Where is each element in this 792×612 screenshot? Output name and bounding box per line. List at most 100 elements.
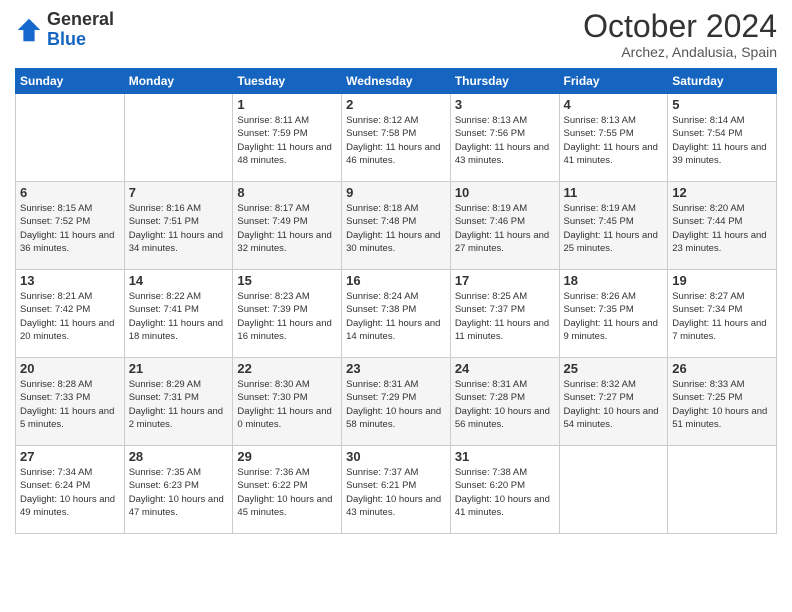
calendar-cell: 31 Sunrise: 7:38 AM Sunset: 6:20 PM Dayli…: [450, 446, 559, 534]
day-info: Sunrise: 8:24 AM Sunset: 7:38 PM Dayligh…: [346, 290, 446, 343]
day-info: Sunrise: 8:31 AM Sunset: 7:28 PM Dayligh…: [455, 378, 555, 431]
calendar-cell: 18 Sunrise: 8:26 AM Sunset: 7:35 PM Dayli…: [559, 270, 668, 358]
day-header-thursday: Thursday: [450, 69, 559, 94]
day-number: 1: [237, 97, 337, 112]
calendar-cell: 27 Sunrise: 7:34 AM Sunset: 6:24 PM Dayli…: [16, 446, 125, 534]
day-number: 5: [672, 97, 772, 112]
day-header-monday: Monday: [124, 69, 233, 94]
calendar-cell: 26 Sunrise: 8:33 AM Sunset: 7:25 PM Dayli…: [668, 358, 777, 446]
day-number: 20: [20, 361, 120, 376]
day-number: 24: [455, 361, 555, 376]
day-number: 12: [672, 185, 772, 200]
calendar-cell: 23 Sunrise: 8:31 AM Sunset: 7:29 PM Dayli…: [342, 358, 451, 446]
calendar-body: 1 Sunrise: 8:11 AM Sunset: 7:59 PM Daylig…: [16, 94, 777, 534]
day-info: Sunrise: 8:20 AM Sunset: 7:44 PM Dayligh…: [672, 202, 772, 255]
day-number: 18: [564, 273, 664, 288]
calendar-cell: 9 Sunrise: 8:18 AM Sunset: 7:48 PM Daylig…: [342, 182, 451, 270]
day-info: Sunrise: 8:23 AM Sunset: 7:39 PM Dayligh…: [237, 290, 337, 343]
day-number: 31: [455, 449, 555, 464]
calendar-cell: [668, 446, 777, 534]
day-number: 8: [237, 185, 337, 200]
day-info: Sunrise: 8:31 AM Sunset: 7:29 PM Dayligh…: [346, 378, 446, 431]
day-info: Sunrise: 8:25 AM Sunset: 7:37 PM Dayligh…: [455, 290, 555, 343]
day-number: 29: [237, 449, 337, 464]
day-number: 6: [20, 185, 120, 200]
week-row-5: 27 Sunrise: 7:34 AM Sunset: 6:24 PM Dayli…: [16, 446, 777, 534]
day-info: Sunrise: 8:16 AM Sunset: 7:51 PM Dayligh…: [129, 202, 229, 255]
calendar-cell: 16Sunrise: 8:24 AM Sunset: 7:38 PM Dayli…: [342, 270, 451, 358]
day-info: Sunrise: 7:37 AM Sunset: 6:21 PM Dayligh…: [346, 466, 446, 519]
day-info: Sunrise: 8:15 AM Sunset: 7:52 PM Dayligh…: [20, 202, 120, 255]
day-number: 13: [20, 273, 120, 288]
day-info: Sunrise: 8:17 AM Sunset: 7:49 PM Dayligh…: [237, 202, 337, 255]
day-info: Sunrise: 8:28 AM Sunset: 7:33 PM Dayligh…: [20, 378, 120, 431]
calendar-cell: 24 Sunrise: 8:31 AM Sunset: 7:28 PM Dayli…: [450, 358, 559, 446]
day-number: 23: [346, 361, 446, 376]
day-number: 21: [129, 361, 229, 376]
day-number: 4: [564, 97, 664, 112]
day-info: Sunrise: 8:33 AM Sunset: 7:25 PM Dayligh…: [672, 378, 772, 431]
logo-icon: [15, 16, 43, 44]
location: Archez, Andalusia, Spain: [583, 44, 777, 60]
month-title: October 2024: [583, 10, 777, 42]
week-row-1: 1 Sunrise: 8:11 AM Sunset: 7:59 PM Daylig…: [16, 94, 777, 182]
day-info: Sunrise: 7:34 AM Sunset: 6:24 PM Dayligh…: [20, 466, 120, 519]
day-info: Sunrise: 8:19 AM Sunset: 7:45 PM Dayligh…: [564, 202, 664, 255]
day-number: 10: [455, 185, 555, 200]
day-number: 2: [346, 97, 446, 112]
week-row-2: 6 Sunrise: 8:15 AM Sunset: 7:52 PM Daylig…: [16, 182, 777, 270]
calendar-header: SundayMondayTuesdayWednesdayThursdayFrid…: [16, 69, 777, 94]
logo: General Blue: [15, 10, 114, 50]
day-number: 19: [672, 273, 772, 288]
calendar-cell: 3 Sunrise: 8:13 AM Sunset: 7:56 PM Daylig…: [450, 94, 559, 182]
calendar-cell: [124, 94, 233, 182]
day-info: Sunrise: 7:38 AM Sunset: 6:20 PM Dayligh…: [455, 466, 555, 519]
day-info: Sunrise: 8:27 AM Sunset: 7:34 PM Dayligh…: [672, 290, 772, 343]
day-info: Sunrise: 8:11 AM Sunset: 7:59 PM Dayligh…: [237, 114, 337, 167]
day-number: 9: [346, 185, 446, 200]
day-number: 26: [672, 361, 772, 376]
day-info: Sunrise: 8:29 AM Sunset: 7:31 PM Dayligh…: [129, 378, 229, 431]
day-info: Sunrise: 8:32 AM Sunset: 7:27 PM Dayligh…: [564, 378, 664, 431]
calendar-cell: 30 Sunrise: 7:37 AM Sunset: 6:21 PM Dayli…: [342, 446, 451, 534]
day-info: Sunrise: 8:26 AM Sunset: 7:35 PM Dayligh…: [564, 290, 664, 343]
header-row: SundayMondayTuesdayWednesdayThursdayFrid…: [16, 69, 777, 94]
calendar-table: SundayMondayTuesdayWednesdayThursdayFrid…: [15, 68, 777, 534]
calendar-cell: 7 Sunrise: 8:16 AM Sunset: 7:51 PM Daylig…: [124, 182, 233, 270]
calendar-cell: 25Sunrise: 8:32 AM Sunset: 7:27 PM Dayli…: [559, 358, 668, 446]
week-row-4: 20 Sunrise: 8:28 AM Sunset: 7:33 PM Dayli…: [16, 358, 777, 446]
day-info: Sunrise: 8:21 AM Sunset: 7:42 PM Dayligh…: [20, 290, 120, 343]
calendar-cell: 28Sunrise: 7:35 AM Sunset: 6:23 PM Dayli…: [124, 446, 233, 534]
day-info: Sunrise: 8:22 AM Sunset: 7:41 PM Dayligh…: [129, 290, 229, 343]
calendar-cell: 15Sunrise: 8:23 AM Sunset: 7:39 PM Dayli…: [233, 270, 342, 358]
page-container: General Blue October 2024 Archez, Andalu…: [0, 0, 792, 612]
calendar-cell: 8 Sunrise: 8:17 AM Sunset: 7:49 PM Daylig…: [233, 182, 342, 270]
day-number: 7: [129, 185, 229, 200]
calendar-cell: 5Sunrise: 8:14 AM Sunset: 7:54 PM Daylig…: [668, 94, 777, 182]
day-header-wednesday: Wednesday: [342, 69, 451, 94]
calendar-cell: 13 Sunrise: 8:21 AM Sunset: 7:42 PM Dayli…: [16, 270, 125, 358]
day-number: 3: [455, 97, 555, 112]
week-row-3: 13 Sunrise: 8:21 AM Sunset: 7:42 PM Dayli…: [16, 270, 777, 358]
day-header-sunday: Sunday: [16, 69, 125, 94]
day-number: 28: [129, 449, 229, 464]
calendar-cell: 10 Sunrise: 8:19 AM Sunset: 7:46 PM Dayli…: [450, 182, 559, 270]
calendar-cell: 6 Sunrise: 8:15 AM Sunset: 7:52 PM Daylig…: [16, 182, 125, 270]
calendar-cell: 19 Sunrise: 8:27 AM Sunset: 7:34 PM Dayli…: [668, 270, 777, 358]
day-number: 11: [564, 185, 664, 200]
calendar-cell: 12 Sunrise: 8:20 AM Sunset: 7:44 PM Dayli…: [668, 182, 777, 270]
day-info: Sunrise: 8:18 AM Sunset: 7:48 PM Dayligh…: [346, 202, 446, 255]
calendar-cell: [559, 446, 668, 534]
day-info: Sunrise: 8:13 AM Sunset: 7:56 PM Dayligh…: [455, 114, 555, 167]
calendar-cell: 1 Sunrise: 8:11 AM Sunset: 7:59 PM Daylig…: [233, 94, 342, 182]
calendar-cell: 11 Sunrise: 8:19 AM Sunset: 7:45 PM Dayli…: [559, 182, 668, 270]
calendar-cell: 21 Sunrise: 8:29 AM Sunset: 7:31 PM Dayli…: [124, 358, 233, 446]
title-block: October 2024 Archez, Andalusia, Spain: [583, 10, 777, 60]
day-info: Sunrise: 8:19 AM Sunset: 7:46 PM Dayligh…: [455, 202, 555, 255]
day-info: Sunrise: 8:13 AM Sunset: 7:55 PM Dayligh…: [564, 114, 664, 167]
day-number: 22: [237, 361, 337, 376]
calendar-cell: 17Sunrise: 8:25 AM Sunset: 7:37 PM Dayli…: [450, 270, 559, 358]
day-number: 27: [20, 449, 120, 464]
header: General Blue October 2024 Archez, Andalu…: [15, 10, 777, 60]
day-number: 30: [346, 449, 446, 464]
